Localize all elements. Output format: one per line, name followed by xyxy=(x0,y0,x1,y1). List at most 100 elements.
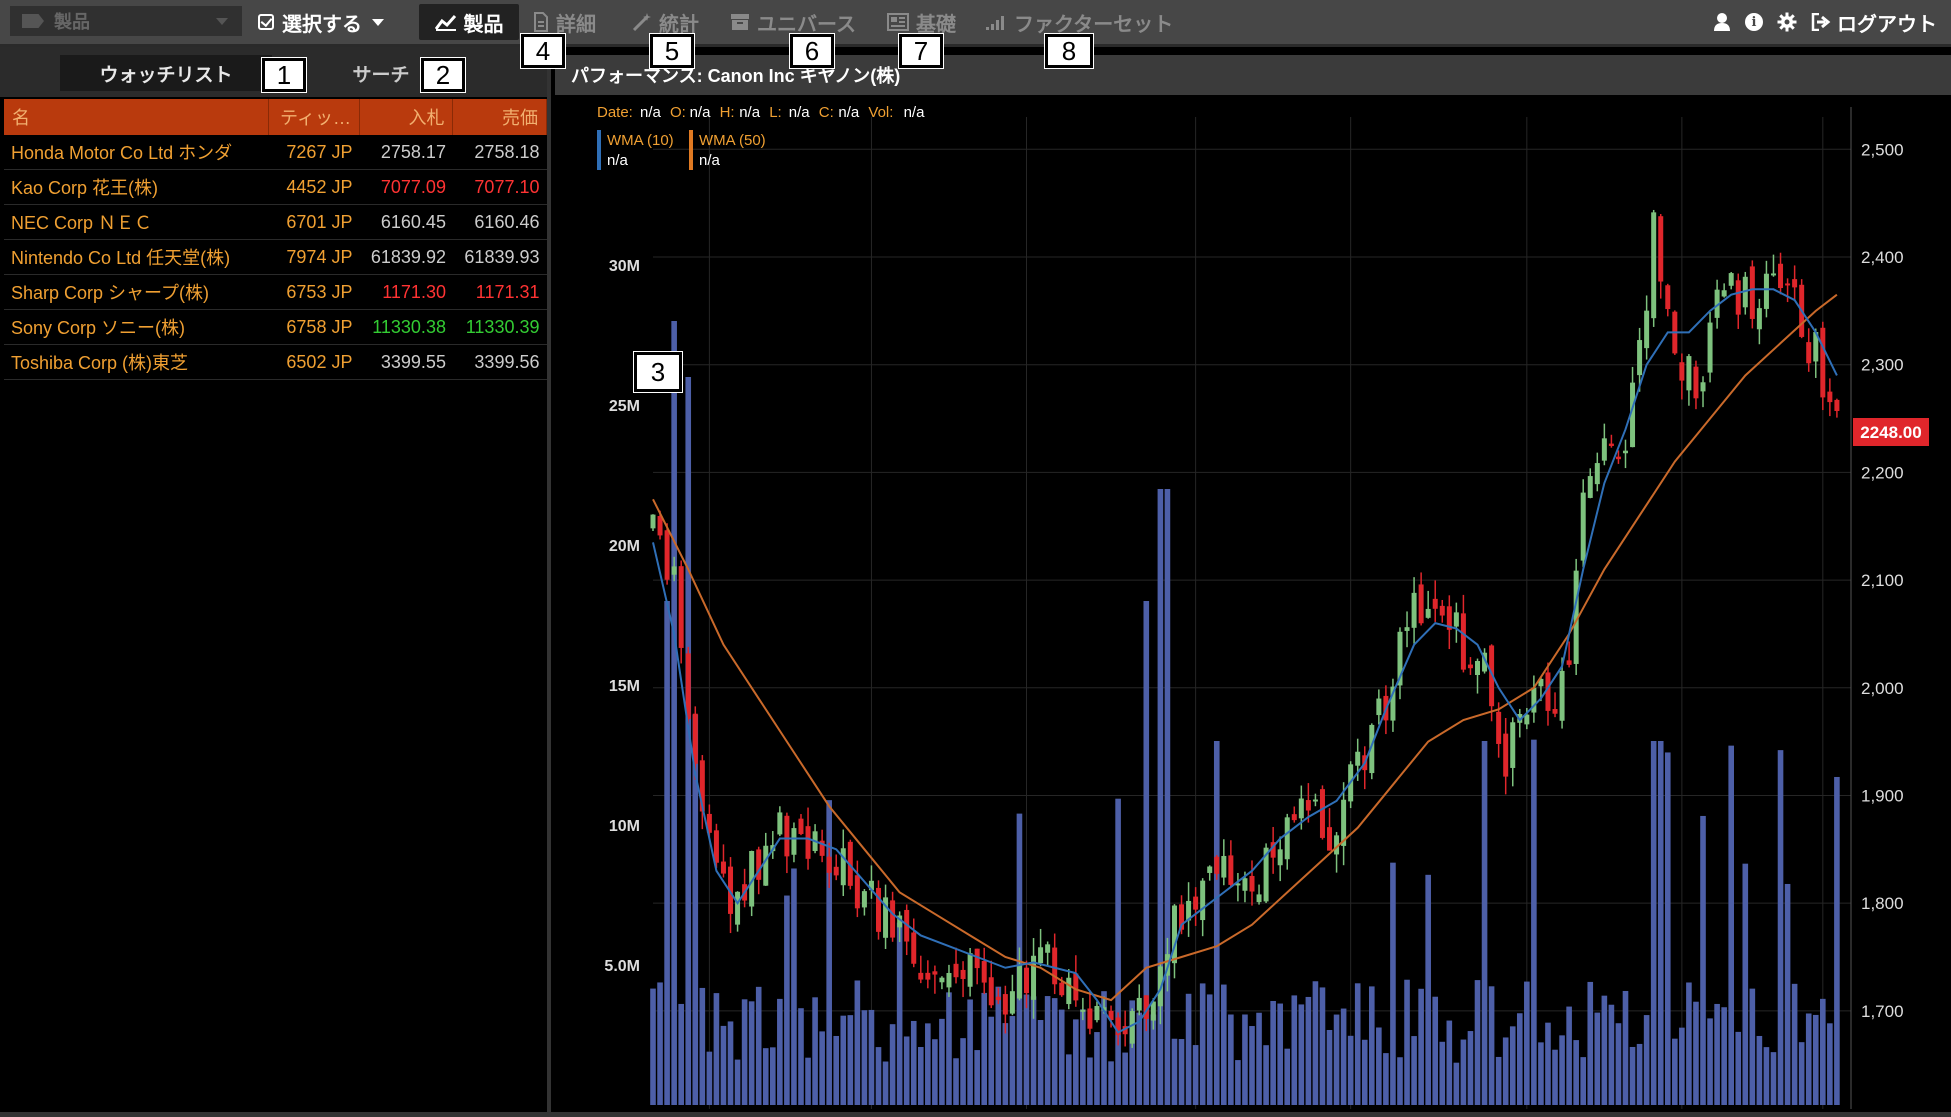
candle-body[interactable] xyxy=(918,972,924,980)
candle-body[interactable] xyxy=(939,977,945,983)
candle-body[interactable] xyxy=(967,953,973,987)
candle-body[interactable] xyxy=(1221,855,1227,878)
candle-body[interactable] xyxy=(1700,382,1706,392)
candle-body[interactable] xyxy=(995,996,1001,1001)
candle-body[interactable] xyxy=(1756,308,1762,330)
candle-body[interactable] xyxy=(1080,1009,1086,1012)
table-row[interactable]: NEC Corp ＮＥＣ 6701 JP 6160.45 6160.46 xyxy=(4,204,547,240)
candle-body[interactable] xyxy=(1291,814,1297,821)
candle-body[interactable] xyxy=(1785,283,1791,286)
candle-body[interactable] xyxy=(678,566,684,648)
candle-body[interactable] xyxy=(833,866,839,876)
candle-body[interactable] xyxy=(946,973,952,988)
candle-body[interactable] xyxy=(854,875,860,909)
candle-body[interactable] xyxy=(650,514,656,529)
table-row[interactable]: Sony Corp ソニー(株) 6758 JP 11330.38 11330.39 xyxy=(4,309,547,345)
col-header-bid[interactable]: 入札 xyxy=(359,99,454,135)
candle-body[interactable] xyxy=(1193,896,1199,910)
candle-body[interactable] xyxy=(1242,878,1248,891)
table-row[interactable]: Toshiba Corp (株)東芝 6502 JP 3399.55 3399.56 xyxy=(4,344,547,380)
candle-body[interactable] xyxy=(1214,856,1220,874)
candle-body[interactable] xyxy=(671,566,677,575)
candle-body[interactable] xyxy=(1038,947,1044,964)
candle-body[interactable] xyxy=(932,971,938,975)
candle-body[interactable] xyxy=(1770,273,1776,276)
candle-body[interactable] xyxy=(763,845,769,886)
candle-body[interactable] xyxy=(981,961,987,983)
candle-body[interactable] xyxy=(1834,399,1840,411)
product-select[interactable]: 製品 xyxy=(10,6,242,36)
candle-body[interactable] xyxy=(1066,977,1072,1005)
candle-body[interactable] xyxy=(1749,266,1755,319)
candle-body[interactable] xyxy=(1016,964,1022,999)
col-header-name[interactable]: 名 xyxy=(4,99,270,135)
candle-body[interactable] xyxy=(1806,342,1812,364)
candle-body[interactable] xyxy=(1820,327,1826,398)
candle-body[interactable] xyxy=(911,932,917,964)
col-header-ask[interactable]: 売価 xyxy=(452,99,547,135)
candle-body[interactable] xyxy=(1594,463,1600,485)
candle-body[interactable] xyxy=(1052,947,1058,985)
candle-body[interactable] xyxy=(1686,356,1692,391)
tab-product[interactable]: 製品 xyxy=(419,4,519,40)
user-icon[interactable] xyxy=(1713,12,1731,32)
candle-body[interactable] xyxy=(1284,817,1290,860)
candle-body[interactable] xyxy=(1503,733,1509,777)
candle-body[interactable] xyxy=(1207,866,1213,873)
candle-body[interactable] xyxy=(784,815,790,857)
candle-body[interactable] xyxy=(720,861,726,874)
candle-body[interactable] xyxy=(1009,991,1015,1014)
candle-body[interactable] xyxy=(1475,661,1481,675)
candle-body[interactable] xyxy=(1249,875,1255,892)
candle-body[interactable] xyxy=(1665,285,1671,310)
candle-body[interactable] xyxy=(1601,438,1607,461)
candle-body[interactable] xyxy=(777,812,783,835)
candle-body[interactable] xyxy=(1404,627,1410,631)
candle-body[interactable] xyxy=(1778,263,1784,289)
candle-body[interactable] xyxy=(1312,799,1318,802)
candle-body[interactable] xyxy=(1355,751,1361,766)
candle-body[interactable] xyxy=(840,848,846,886)
candle-body[interactable] xyxy=(1510,722,1516,768)
candle-body[interactable] xyxy=(1496,711,1502,744)
candle-body[interactable] xyxy=(925,972,931,980)
candle-body[interactable] xyxy=(861,891,867,908)
candle-body[interactable] xyxy=(1305,800,1311,811)
table-row[interactable]: Kao Corp 花王(株) 4452 JP 7077.09 7077.10 xyxy=(4,169,547,205)
candle-body[interactable] xyxy=(1136,997,1142,1011)
candle-body[interactable] xyxy=(1087,1008,1093,1029)
candle-body[interactable] xyxy=(1644,310,1650,349)
candle-body[interactable] xyxy=(1327,827,1333,851)
candle-body[interactable] xyxy=(1002,994,1008,1015)
candle-body[interactable] xyxy=(1432,598,1438,609)
info-icon[interactable]: i xyxy=(1745,13,1763,31)
candle-body[interactable] xyxy=(1256,894,1262,903)
candle-body[interactable] xyxy=(1376,698,1382,716)
col-header-ticker[interactable]: ティッ… xyxy=(268,99,360,135)
candle-body[interactable] xyxy=(713,830,719,863)
candle-body[interactable] xyxy=(826,856,832,873)
candle-body[interactable] xyxy=(1298,798,1304,819)
candle-body[interactable] xyxy=(1552,709,1558,714)
candle-body[interactable] xyxy=(890,900,896,938)
candle-body[interactable] xyxy=(1277,849,1283,866)
tab-watchlist[interactable]: ウォッチリスト xyxy=(60,55,272,91)
candle-body[interactable] xyxy=(988,977,994,1006)
candle-body[interactable] xyxy=(1566,660,1572,665)
candle-body[interactable] xyxy=(664,530,670,580)
table-row[interactable]: Sharp Corp シャープ(株) 6753 JP 1171.30 1171.31 xyxy=(4,274,547,310)
candle-body[interactable] xyxy=(1792,279,1798,288)
candle-body[interactable] xyxy=(1658,216,1664,282)
select-button[interactable]: 選択する xyxy=(258,0,384,44)
candle-body[interactable] xyxy=(1693,366,1699,399)
candle-body[interactable] xyxy=(1094,1005,1100,1021)
candle-body[interactable] xyxy=(1707,322,1713,373)
candle-body[interactable] xyxy=(735,891,741,925)
candle-body[interactable] xyxy=(1615,456,1621,460)
candle-body[interactable] xyxy=(1559,670,1565,721)
candle-body[interactable] xyxy=(1622,450,1628,454)
logout-button[interactable]: ログアウト xyxy=(1811,8,1937,37)
tab-search[interactable]: サーチ xyxy=(345,55,417,91)
candle-body[interactable] xyxy=(1679,362,1685,381)
candle-body[interactable] xyxy=(1587,476,1593,498)
